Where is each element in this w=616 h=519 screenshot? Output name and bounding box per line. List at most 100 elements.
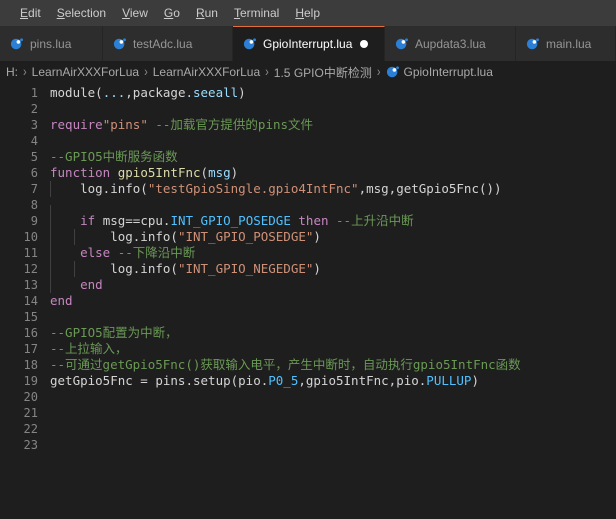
code-token: if <box>80 213 95 228</box>
line-content[interactable]: require"pins" --加载官方提供的pins文件 <box>38 117 616 133</box>
code-line[interactable]: 8 <box>0 197 616 213</box>
tab-dirty-indicator-icon[interactable] <box>360 40 368 48</box>
line-number: 2 <box>0 101 38 117</box>
line-content[interactable]: function gpio5IntFnc(msg) <box>38 165 616 181</box>
indent-guide <box>74 229 75 245</box>
code-line[interactable]: 19getGpio5Fnc = pins.setup(pio.P0_5,gpio… <box>0 373 616 389</box>
code-token: ) <box>231 165 239 180</box>
code-line[interactable]: 22 <box>0 421 616 437</box>
menu-item-run[interactable]: Run <box>188 0 226 26</box>
line-content[interactable]: --可通过getGpio5Fnc()获取输入电平，产生中断时，自动执行gpio5… <box>38 357 616 373</box>
menu-mnemonic: V <box>122 6 130 20</box>
code-token: then <box>298 213 328 228</box>
menu-label-rest: iew <box>130 6 148 20</box>
menu-mnemonic: H <box>295 6 304 20</box>
code-line[interactable]: 14end <box>0 293 616 309</box>
line-number: 7 <box>0 181 38 197</box>
code-token: P0_5 <box>268 373 298 388</box>
menu-label-rest: dit <box>28 6 41 20</box>
line-content[interactable]: getGpio5Fnc = pins.setup(pio.P0_5,gpio5I… <box>38 373 616 389</box>
code-line[interactable]: 20 <box>0 389 616 405</box>
line-number: 10 <box>0 229 38 245</box>
code-line[interactable]: 15 <box>0 309 616 325</box>
line-content[interactable]: --上拉输入， <box>38 341 616 357</box>
menu-item-help[interactable]: Help <box>287 0 328 26</box>
code-line[interactable]: 10 log.info("INT_GPIO_POSEDGE") <box>0 229 616 245</box>
code-token: module( <box>50 85 103 100</box>
menu-item-selection[interactable]: Selection <box>49 0 114 26</box>
code-line[interactable]: 9 if msg==cpu.INT_GPIO_POSEDGE then --上升… <box>0 213 616 229</box>
code-line[interactable]: 6function gpio5IntFnc(msg) <box>0 165 616 181</box>
menu-item-go[interactable]: Go <box>156 0 188 26</box>
breadcrumb-item-2[interactable]: LearnAirXXXForLua <box>151 65 262 79</box>
breadcrumb-item-0[interactable]: H: <box>4 65 20 79</box>
breadcrumb-item-1[interactable]: LearnAirXXXForLua <box>30 65 141 79</box>
line-content[interactable]: --GPIO5配置为中断， <box>38 325 616 341</box>
code-line[interactable]: 3require"pins" --加载官方提供的pins文件 <box>0 117 616 133</box>
code-token: msg <box>208 165 231 180</box>
line-content[interactable]: end <box>38 293 616 309</box>
code-line[interactable]: 16--GPIO5配置为中断， <box>0 325 616 341</box>
line-number: 1 <box>0 85 38 101</box>
line-content[interactable]: --GPIO5中断服务函数 <box>38 149 616 165</box>
code-line[interactable]: 13 end <box>0 277 616 293</box>
line-content[interactable]: log.info("testGpioSingle.gpio4IntFnc",ms… <box>38 181 616 197</box>
line-content[interactable]: end <box>38 277 616 293</box>
line-number: 21 <box>0 405 38 421</box>
code-token: ) <box>238 85 246 100</box>
line-content[interactable]: module(...,package.seeall) <box>38 85 616 101</box>
line-content[interactable]: log.info("INT_GPIO_NEGEDGE") <box>38 261 616 277</box>
code-line[interactable]: 4 <box>0 133 616 149</box>
code-line[interactable]: 7 log.info("testGpioSingle.gpio4IntFnc",… <box>0 181 616 197</box>
code-token: --上拉输入， <box>50 341 128 356</box>
editor-tab-testadc-lua[interactable]: testAdc.lua <box>103 26 233 61</box>
tab-label: main.lua <box>546 37 591 51</box>
menu-label-rest: erminal <box>240 6 279 20</box>
breadcrumb-item-3[interactable]: 1.5 GPIO中断检测 <box>272 64 374 81</box>
code-line[interactable]: 1module(...,package.seeall) <box>0 85 616 101</box>
code-area[interactable]: 1module(...,package.seeall)23require"pin… <box>0 83 616 453</box>
code-line[interactable]: 5--GPIO5中断服务函数 <box>0 149 616 165</box>
menu-mnemonic: R <box>196 6 205 20</box>
code-line[interactable]: 21 <box>0 405 616 421</box>
code-token: log.info( <box>50 261 178 276</box>
line-number: 3 <box>0 117 38 133</box>
code-token: "INT_GPIO_POSEDGE" <box>178 229 313 244</box>
breadcrumb-separator-icon: › <box>141 65 151 80</box>
code-token: end <box>80 277 103 292</box>
indent-guide <box>50 181 51 197</box>
code-token: "pins" <box>103 117 148 132</box>
code-token: else <box>80 245 110 260</box>
menu-item-terminal[interactable]: Terminal <box>226 0 287 26</box>
menu-mnemonic: G <box>164 6 173 20</box>
editor-tab-aupdata3-lua[interactable]: Aupdata3.lua <box>385 26 516 61</box>
line-number: 5 <box>0 149 38 165</box>
code-token: --可通过getGpio5Fnc()获取输入电平，产生中断时，自动执行gpio5… <box>50 357 521 372</box>
breadcrumb-label: GpioInterrupt.lua <box>404 65 493 79</box>
indent-guide <box>50 261 51 277</box>
code-line[interactable]: 11 else --下降沿中断 <box>0 245 616 261</box>
code-line[interactable]: 12 log.info("INT_GPIO_NEGEDGE") <box>0 261 616 277</box>
code-line[interactable]: 17--上拉输入， <box>0 341 616 357</box>
code-line[interactable]: 23 <box>0 437 616 453</box>
line-content[interactable]: if msg==cpu.INT_GPIO_POSEDGE then --上升沿中… <box>38 213 616 229</box>
code-token: end <box>50 293 73 308</box>
line-content[interactable]: log.info("INT_GPIO_POSEDGE") <box>38 229 616 245</box>
code-editor[interactable]: 1module(...,package.seeall)23require"pin… <box>0 83 616 519</box>
tab-label: pins.lua <box>30 37 71 51</box>
editor-tab-gpiointerrupt-lua[interactable]: GpioInterrupt.lua <box>233 26 385 61</box>
menu-item-edit[interactable]: Edit <box>12 0 49 26</box>
line-number: 6 <box>0 165 38 181</box>
code-line[interactable]: 2 <box>0 101 616 117</box>
menu-item-view[interactable]: View <box>114 0 156 26</box>
code-line[interactable]: 18--可通过getGpio5Fnc()获取输入电平，产生中断时，自动执行gpi… <box>0 357 616 373</box>
code-token: ( <box>201 165 209 180</box>
breadcrumb-item-4[interactable]: GpioInterrupt.lua <box>384 65 495 79</box>
code-token: "testGpioSingle.gpio4IntFnc" <box>148 181 359 196</box>
line-content[interactable]: else --下降沿中断 <box>38 245 616 261</box>
line-number: 16 <box>0 325 38 341</box>
tab-label: Aupdata3.lua <box>415 37 486 51</box>
editor-tab-main-lua[interactable]: main.lua <box>516 26 616 61</box>
lua-file-icon <box>386 65 400 79</box>
editor-tab-pins-lua[interactable]: pins.lua <box>0 26 103 61</box>
